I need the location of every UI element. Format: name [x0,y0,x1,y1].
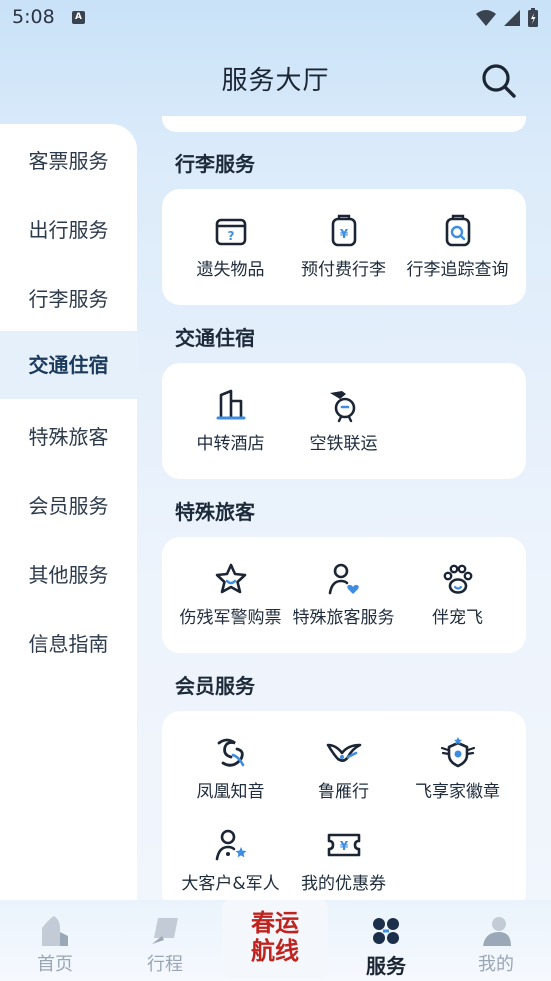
trip-icon [152,918,178,944]
section-title-special: 特殊旅客 [175,500,255,524]
section-title-baggage: 行李服务 [175,152,255,176]
search-icon [482,64,516,98]
status-time: 5:08 [12,6,55,28]
service-phoenix-miles[interactable]: 凤凰知音 [170,735,291,802]
battery-icon [528,8,538,27]
sidebar-item-member[interactable]: 会员服务 [0,473,137,539]
sidebar-item-ticket[interactable]: 客票服务 [0,128,137,194]
service-prepaid-baggage[interactable]: ¥ 预付费行李 [283,213,404,280]
home-icon [42,916,68,946]
service-lost-items[interactable]: ? 遗失物品 [170,213,291,280]
prepaid-baggage-icon: ¥ [331,214,356,247]
paw-icon [443,564,472,594]
spring-festival-promo[interactable]: 春运 航线 [222,900,328,978]
sidebar-item-special[interactable]: 特殊旅客 [0,404,137,470]
nav-trips[interactable]: 行程 [110,900,220,981]
sidebar-item-transport[interactable]: 交通住宿 [0,331,137,399]
category-sidebar: 客票服务 出行服务 行李服务 交通住宿 特殊旅客 会员服务 其他服务 信息指南 [0,124,137,924]
special-card: 伤残军警购票 特殊旅客服务 伴宠飞 [162,537,526,653]
nav-home[interactable]: 首页 [0,900,110,981]
hotel-icon [216,389,245,420]
promo-line2: 航线 [251,936,299,965]
service-fly-badge[interactable]: 飞享家徽章 [397,735,518,802]
sidebar-item-other[interactable]: 其他服务 [0,542,137,608]
service-luyanxing[interactable]: 鲁雁行 [283,735,404,802]
lost-item-icon: ? [215,218,246,246]
service-vip-military[interactable]: 大客户&军人 [170,827,291,894]
nav-mine[interactable]: 我的 [441,900,551,981]
service-transit-hotel[interactable]: 中转酒店 [170,387,291,454]
transport-card: 中转酒店 空铁联运 [162,363,526,479]
services-grid-icon [373,918,399,944]
keyboard-a-icon: A [72,11,85,24]
service-my-coupons[interactable]: ¥ 我的优惠券 [283,827,404,894]
status-icons [475,8,539,28]
service-air-rail[interactable]: 空铁联运 [283,387,404,454]
star-icon [215,563,246,594]
wifi-icon [476,10,496,26]
sidebar-item-guide[interactable]: 信息指南 [0,611,137,677]
profile-icon [483,917,511,946]
section-title-member: 会员服务 [175,674,255,698]
service-disabled-military-ticket[interactable]: 伤残军警购票 [170,561,291,628]
member-card: 凤凰知音 鲁雁行 飞享家徽章 大客户&军人 ¥ 我的优惠券 [162,711,526,911]
phoenix-icon [217,738,244,767]
page-title: 服务大厅 [221,66,330,96]
promo-line1: 春运 [251,908,299,937]
status-bar: 5:08 A [0,0,551,36]
sidebar-item-travel[interactable]: 出行服务 [0,197,137,263]
baggage-tracking-icon [445,214,470,247]
badge-icon [440,737,475,768]
svg-text:¥: ¥ [339,839,348,853]
user-heart-icon [328,563,359,595]
search-button[interactable] [480,62,518,100]
previous-card-edge [162,116,526,132]
service-baggage-tracking[interactable]: 行李追踪查询 [397,213,518,280]
air-rail-icon [329,391,355,423]
service-special-passenger[interactable]: 特殊旅客服务 [283,561,404,628]
svg-text:?: ? [227,229,234,243]
coupon-icon: ¥ [327,833,360,857]
sidebar-item-baggage[interactable]: 行李服务 [0,266,137,332]
section-title-transport: 交通住宿 [175,326,255,350]
svg-text:¥: ¥ [339,227,348,241]
service-pet-travel[interactable]: 伴宠飞 [397,561,518,628]
baggage-card: ? 遗失物品 ¥ 预付费行李 行李追踪查询 [162,189,526,305]
goose-icon [326,743,361,762]
user-star-icon [215,829,246,861]
signal-icon [504,10,520,26]
nav-services[interactable]: 服务 [331,900,441,981]
